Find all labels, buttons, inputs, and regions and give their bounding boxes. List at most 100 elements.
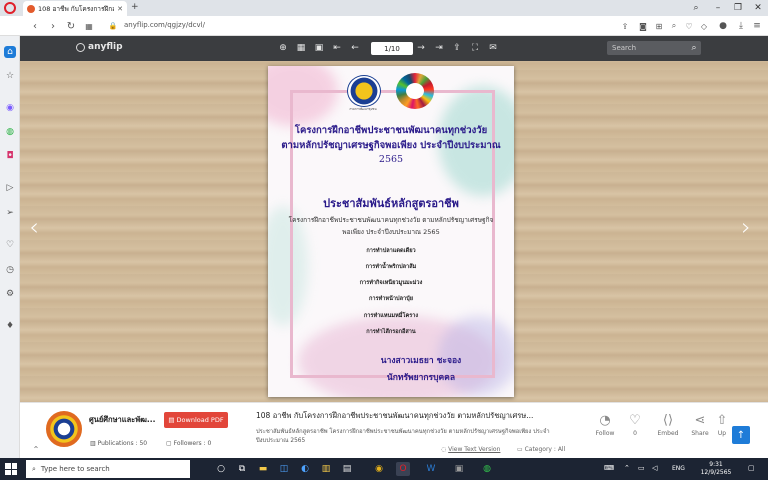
search-tabs-icon[interactable]: ⌕ [686,0,706,16]
viewer-search-input[interactable]: Search [607,41,701,55]
publisher-name[interactable]: ศูนย์ศึกษาและพัฒ... [89,414,161,426]
followers-icon: ▢ [166,440,174,447]
minimize-button[interactable]: – [708,0,728,16]
browser-tab[interactable]: 108 อาชีพ กับโครงการฝึกอาชีพ... ✕ [23,1,127,16]
reload-icon[interactable]: ↻ [64,19,78,33]
taskbar-keyboard-icon[interactable]: ⌨ [604,464,614,472]
cortana-icon[interactable]: ○ [214,462,228,476]
download-pdf-button[interactable]: ▤ Download PDF [164,412,228,428]
first-page-icon[interactable]: ⇤ [330,41,344,55]
fullscreen-icon[interactable]: ⛶ [468,41,482,55]
calculator-icon[interactable]: ▥ [319,462,333,476]
tray-chevron-icon[interactable]: ⌃ [624,464,630,472]
category-icon: ▭ [517,446,525,453]
store-icon[interactable]: ◫ [277,462,291,476]
like-count: 0 [633,430,637,437]
sidebar-tips-icon[interactable]: ♦ [4,320,16,332]
menu-icon[interactable]: ≡ [750,19,764,33]
signer-name: นางสาวเมธยา ชะจอง [380,356,462,366]
profile-icon[interactable]: ● [716,19,730,33]
task-view-icon[interactable]: ⧉ [235,462,249,476]
upload-button[interactable]: ⇧ Up [712,413,732,437]
sidebar-send-icon[interactable]: ➢ [4,207,16,219]
opera-taskbar-icon[interactable]: O [396,462,410,476]
sdg-wheel-center [406,83,424,99]
thumbnails-icon[interactable]: ▦ [294,41,308,55]
close-window-button[interactable]: ✕ [748,0,768,16]
share-icon[interactable]: ⇪ [450,41,464,55]
embed-icon: ⟨⟩ [662,413,674,428]
view-text-version-link[interactable]: ◌ View Text Version [441,446,500,453]
sidebar-home-icon[interactable]: ⌂ [4,46,16,58]
share-icon[interactable]: ⇪ [618,19,632,33]
sidebar-player-icon[interactable]: ▷ [4,182,16,194]
doc-title-line2: ตามหลักปรัชญาเศรษฐกิจพอเพียง ประจำปีงบปร… [281,140,501,151]
scroll-top-button[interactable]: ↑ [732,426,750,444]
sidebar-heart-icon[interactable]: ♡ [4,239,16,251]
collapse-chevron-icon[interactable]: ⌃ [28,443,44,455]
language-indicator[interactable]: ENG [672,465,685,472]
sidebar-messenger-icon[interactable]: ◉ [4,102,16,114]
anyflip-logo[interactable]: anyflip [76,42,123,52]
tabs-grid-icon[interactable]: ▦ [82,19,96,33]
extensions-icon[interactable]: ⊞ [652,19,666,33]
publications-icon: ▥ [90,440,98,447]
download-icon[interactable]: ⤓ [734,19,748,33]
camera-icon[interactable]: ◙ [636,19,650,33]
zoom-in-icon[interactable]: ⊕ [276,41,290,55]
file-explorer-icon[interactable]: ▬ [256,462,270,476]
search-icon[interactable]: ⌕ [688,41,700,55]
windows-start-icon[interactable] [5,463,17,475]
app-icon[interactable]: ▤ [340,462,354,476]
document-page[interactable]: กรมการพัฒนาชุมชน โครงการฝึกอาชีพประชาชนพ… [268,66,514,397]
follow-button[interactable]: ◔ Follow [590,413,620,437]
page-indicator[interactable]: 1/10 [371,42,413,55]
sidebar-star-icon[interactable]: ☆ [4,70,16,82]
previous-arrow-icon[interactable]: ‹ [24,213,44,241]
forward-button[interactable]: › [46,19,60,33]
publisher-avatar[interactable] [46,411,82,447]
chrome-icon[interactable]: ◉ [372,462,386,476]
word-icon[interactable]: W [424,462,438,476]
previous-page-icon[interactable]: ← [348,41,362,55]
search-page-icon[interactable]: ⌕ [667,19,681,33]
next-arrow-icon[interactable]: › [736,213,756,241]
rss-icon: ◔ [599,413,611,428]
close-tab-icon[interactable]: ✕ [117,5,123,13]
sidebar-history-icon[interactable]: ◷ [4,264,16,276]
maximize-button[interactable]: ❐ [728,0,748,16]
heart-icon[interactable]: ♡ [682,19,696,33]
sidebar-settings-icon[interactable]: ⚙ [4,288,16,300]
sidebar-whatsapp-icon[interactable]: ◍ [4,126,16,138]
network-icon[interactable]: ▭ [638,464,645,472]
like-button[interactable]: ♡ 0 [620,413,650,437]
email-icon[interactable]: ✉ [486,41,500,55]
line-icon[interactable]: ◍ [480,462,494,476]
pdf-icon: ▤ [168,416,175,424]
share-button[interactable]: ⋖ Share [685,413,715,437]
back-button[interactable]: ‹ [28,19,42,33]
embed-button[interactable]: ⟨⟩ Embed [653,413,683,437]
lock-icon: 🔒 [108,22,118,30]
windows-taskbar: ⌕ Type here to search ○ ⧉ ▬ ◫ ◐ ▥ ▤ ◉ O … [0,458,768,480]
edge-icon[interactable]: ◐ [298,462,312,476]
opera-logo-icon[interactable] [4,2,16,14]
app2-icon[interactable]: ▣ [452,462,466,476]
course-item: การทำแหนมหมี่โคราง [363,313,419,319]
sidebar-instagram-icon[interactable]: ◘ [4,150,16,162]
upload-label: Up [717,430,727,437]
taskbar-clock[interactable]: 9:31 12/9/2565 [694,461,738,477]
volume-icon[interactable]: ◁ [652,464,657,472]
tab-title: 108 อาชีพ กับโครงการฝึกอาชีพ... [38,4,114,13]
doc-title-line1: โครงการฝึกอาชีพประชาชนพัฒนาคนทุกช่วงวัย [294,125,488,136]
last-page-icon[interactable]: ⇥ [432,41,446,55]
cube-icon[interactable]: ◇ [697,19,711,33]
taskbar-search-input[interactable]: ⌕ Type here to search [26,460,190,478]
publications-count: ▥ Publications : 50 [90,440,147,447]
notification-icon[interactable]: ▢ [748,464,755,472]
url-text[interactable]: anyflip.com/qgjzy/dcvl/ [124,21,205,29]
single-page-icon[interactable]: ▣ [312,41,326,55]
book-title: 108 อาชีพ กับโครงการฝึกอาชีพประชาชนพัฒนา… [256,411,534,420]
new-tab-button[interactable]: + [131,2,139,12]
next-page-icon[interactable]: → [414,41,428,55]
